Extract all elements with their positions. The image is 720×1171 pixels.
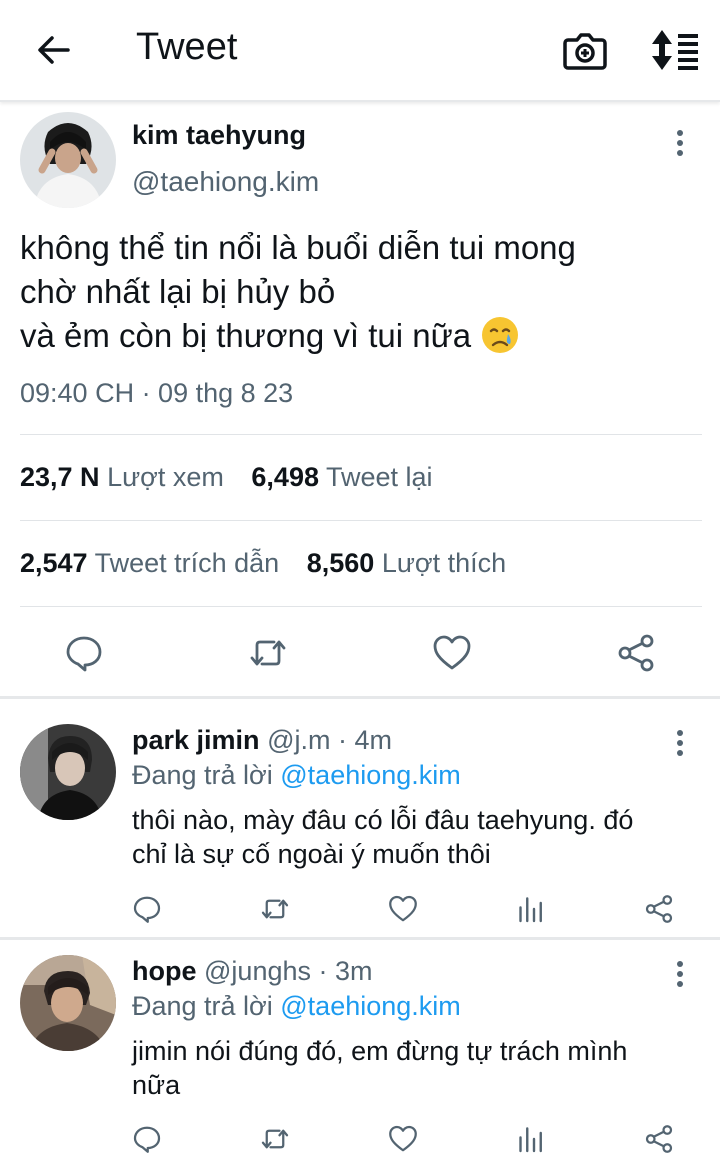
more-icon[interactable] bbox=[675, 730, 685, 764]
top-app-bar: Tweet bbox=[0, 0, 720, 102]
replying-to: Đang trả lời @taehiong.kim bbox=[132, 991, 461, 1022]
retweet-icon[interactable] bbox=[260, 894, 290, 924]
avatar[interactable] bbox=[20, 112, 116, 208]
divider bbox=[20, 434, 702, 435]
avatar[interactable] bbox=[20, 724, 116, 820]
reply-author-handle[interactable]: @j.m bbox=[267, 725, 330, 755]
more-icon[interactable] bbox=[675, 961, 685, 995]
share-icon[interactable] bbox=[644, 894, 674, 924]
like-icon[interactable] bbox=[432, 633, 472, 673]
reply-text-line: chỉ là sự cố ngoài ý muốn thôi bbox=[132, 839, 491, 869]
tweet-timestamp: 09:40 CH · 09 thg 8 23 bbox=[20, 378, 294, 408]
replying-to-prefix: Đang trả lời bbox=[132, 760, 281, 790]
tweet-text-line-content: và ẻm còn bị thương vì tui nữa bbox=[20, 317, 472, 354]
retweets-count[interactable]: 6,498 bbox=[251, 462, 319, 492]
retweets-label[interactable]: Tweet lại bbox=[326, 462, 433, 492]
tweet-text-line: và ẻm còn bị thương vì tui nữa bbox=[20, 314, 700, 358]
share-icon[interactable] bbox=[644, 1124, 674, 1154]
reply-author-name[interactable]: park jimin bbox=[132, 725, 260, 755]
replying-to: Đang trả lời @taehiong.kim bbox=[132, 760, 461, 791]
stats-row-views-retweets: 23,7 N Lượt xem 6,498 Tweet lại bbox=[20, 462, 433, 493]
stats-row-quotes-likes: 2,547 Tweet trích dẫn 8,560 Lượt thích bbox=[20, 548, 506, 579]
author-handle[interactable]: @taehiong.kim bbox=[132, 166, 319, 198]
camera-icon[interactable] bbox=[562, 28, 608, 72]
crying-face-icon bbox=[482, 317, 519, 353]
analytics-icon[interactable] bbox=[516, 1124, 546, 1154]
views-label[interactable]: Lượt xem bbox=[107, 462, 224, 492]
retweet-icon[interactable] bbox=[260, 1124, 290, 1154]
reply-time: · 4m bbox=[337, 725, 392, 755]
more-icon[interactable] bbox=[675, 130, 685, 164]
avatar[interactable] bbox=[20, 955, 116, 1051]
share-icon[interactable] bbox=[616, 633, 656, 673]
tweet-text-line: chờ nhất lại bị hủy bỏ bbox=[20, 273, 336, 310]
author-name[interactable]: kim taehyung bbox=[132, 120, 306, 151]
views-count: 23,7 N bbox=[20, 462, 100, 492]
reply-author-handle[interactable]: @junghs bbox=[204, 956, 311, 986]
likes-label[interactable]: Lượt thích bbox=[382, 548, 506, 578]
reply-text-line: jimin nói đúng đó, em đừng tự trách mình bbox=[132, 1036, 628, 1066]
likes-count[interactable]: 8,560 bbox=[307, 548, 375, 578]
like-icon[interactable] bbox=[388, 1124, 418, 1154]
sort-icon[interactable] bbox=[648, 28, 700, 72]
quotes-label[interactable]: Tweet trích dẫn bbox=[95, 548, 280, 578]
back-arrow-icon[interactable] bbox=[32, 28, 76, 72]
replying-to-link[interactable]: @taehiong.kim bbox=[280, 760, 461, 790]
tweet-text-line: không thể tin nổi là buổi diễn tui mong bbox=[20, 229, 576, 266]
divider bbox=[20, 520, 702, 521]
retweet-icon[interactable] bbox=[248, 633, 288, 673]
reply-icon[interactable] bbox=[132, 894, 162, 924]
tweet-text: không thể tin nổi là buổi diễn tui mong … bbox=[20, 226, 700, 358]
reply-text-line: thôi nào, mày đâu có lỗi đâu taehyung. đ… bbox=[132, 805, 634, 835]
reply-author-name[interactable]: hope bbox=[132, 956, 197, 986]
page-title: Tweet bbox=[136, 26, 238, 68]
quotes-count[interactable]: 2,547 bbox=[20, 548, 88, 578]
replying-to-prefix: Đang trả lời bbox=[132, 991, 281, 1021]
reply-icon[interactable] bbox=[64, 633, 104, 673]
reply-author[interactable]: hope @junghs · 3m bbox=[132, 956, 373, 987]
analytics-icon[interactable] bbox=[516, 894, 546, 924]
reply-icon[interactable] bbox=[132, 1124, 162, 1154]
reply-text: jimin nói đúng đó, em đừng tự trách mình… bbox=[132, 1034, 692, 1102]
reply-text-line: nữa bbox=[132, 1070, 181, 1100]
reply-time: · 3m bbox=[318, 956, 373, 986]
reply-text: thôi nào, mày đâu có lỗi đâu taehyung. đ… bbox=[132, 803, 692, 871]
section-separator bbox=[0, 937, 720, 940]
section-separator bbox=[0, 696, 720, 699]
like-icon[interactable] bbox=[388, 894, 418, 924]
divider bbox=[20, 606, 702, 607]
replying-to-link[interactable]: @taehiong.kim bbox=[280, 991, 461, 1021]
reply-author[interactable]: park jimin @j.m · 4m bbox=[132, 725, 392, 756]
